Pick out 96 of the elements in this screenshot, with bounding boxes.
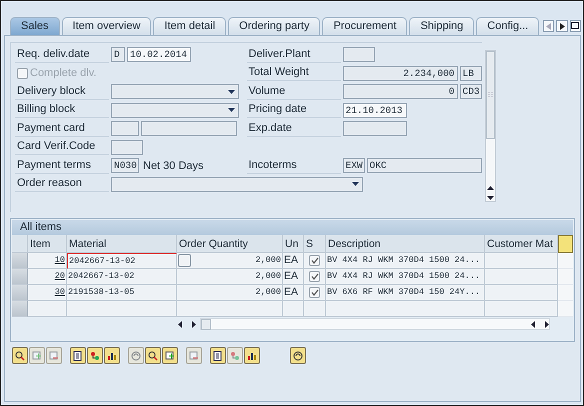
tab[interactable]: Sales: [10, 17, 60, 35]
column-header[interactable]: Material: [67, 235, 177, 253]
table-cell: 30: [28, 285, 67, 301]
document-icon[interactable]: [210, 347, 226, 364]
column-header[interactable]: Customer Mat: [485, 235, 558, 253]
row-selector[interactable]: [12, 253, 28, 269]
grip-icon: [488, 92, 493, 98]
field-label: Total Weight: [246, 65, 340, 82]
column-header[interactable]: Item: [28, 235, 67, 253]
table-cell[interactable]: 2191538-13-05: [67, 285, 177, 301]
layout-settings-icon[interactable]: [558, 235, 573, 253]
scroll-arrows-icon[interactable]: [178, 320, 196, 328]
row-selector[interactable]: [12, 285, 28, 301]
input-field[interactable]: D: [111, 47, 125, 62]
field-label: Order reason: [15, 176, 109, 192]
field-label: Volume: [246, 84, 340, 100]
input-field[interactable]: 0: [342, 84, 458, 100]
panel-title: All items: [12, 220, 573, 235]
input-field[interactable]: [342, 121, 406, 136]
caret-icon: [352, 182, 359, 186]
input-field[interactable]: [141, 121, 237, 136]
scroll-right-button[interactable]: [556, 20, 568, 32]
field-label: Delivery block: [15, 84, 109, 100]
column-header[interactable]: Un: [283, 235, 304, 253]
table-cell: 2,000: [177, 253, 283, 269]
document-icon[interactable]: [70, 347, 86, 364]
input-field[interactable]: N030: [111, 158, 139, 174]
input-field[interactable]: LB: [460, 66, 482, 81]
left-triangle-icon: [546, 22, 552, 30]
field-label: Req. deliv.date: [15, 46, 109, 63]
field-label: Payment card: [15, 120, 109, 137]
field-label: Card Verif.Code: [15, 139, 109, 156]
status-checkbox[interactable]: [309, 271, 320, 282]
copy-button[interactable]: [178, 254, 191, 267]
tab-list-button[interactable]: [570, 20, 581, 32]
horizontal-scrollbar[interactable]: [200, 318, 550, 330]
bar-chart-icon[interactable]: [104, 347, 120, 364]
dropdown-field[interactable]: [111, 84, 239, 100]
column-header[interactable]: S: [304, 235, 326, 253]
column-header[interactable]: Order Quantity: [177, 235, 283, 253]
input-field[interactable]: OKC: [366, 158, 482, 174]
bar-chart-icon[interactable]: [244, 347, 260, 364]
scroll-arrows-icon[interactable]: [487, 185, 494, 201]
table-cell: 2,000: [177, 285, 283, 301]
table-cell: 20: [28, 269, 67, 285]
right-triangle-icon: [560, 22, 565, 30]
input-field[interactable]: [111, 121, 139, 136]
row-selector[interactable]: [12, 269, 28, 285]
scroll-arrows-icon[interactable]: [531, 320, 549, 328]
field-label: Pricing date: [246, 102, 340, 118]
caret-icon: [228, 108, 235, 112]
input-field[interactable]: [111, 140, 143, 155]
table-cell: 10: [28, 253, 67, 269]
tab[interactable]: Procurement: [322, 17, 408, 35]
magnifier-icon[interactable]: [145, 347, 161, 364]
vertical-scrollbar[interactable]: [485, 50, 496, 202]
column-header[interactable]: Description: [326, 235, 485, 253]
input-field[interactable]: [342, 47, 374, 62]
network-icon[interactable]: [87, 347, 103, 364]
input-field[interactable]: EXW: [342, 158, 364, 174]
dropdown-field[interactable]: [111, 102, 239, 118]
field-label: Deliver.Plant: [246, 46, 340, 63]
caret-icon: [228, 90, 235, 94]
field-label: Incoterms: [246, 158, 340, 174]
table-cell: BV 6X6 RF WKM 370D4 150 24Y...: [326, 285, 485, 301]
add-row-icon[interactable]: [162, 347, 178, 364]
table-cell: EA: [283, 253, 304, 269]
table-cell: BV 4X4 RJ WKM 370D4 1500 24...: [326, 269, 485, 285]
table-cell: BV 4X4 RJ WKM 370D4 1500 24...: [326, 253, 485, 269]
table-cell: 2,000: [177, 269, 283, 285]
table-cell: EA: [283, 285, 304, 301]
tab[interactable]: Item detail: [153, 17, 226, 35]
tab[interactable]: Config...: [476, 17, 540, 35]
table-cell: EA: [283, 269, 304, 285]
field-label: Payment terms: [15, 158, 109, 174]
scrollbar-thumb[interactable]: [486, 51, 495, 139]
tab[interactable]: Shipping: [409, 17, 474, 35]
input-field[interactable]: CD3: [460, 84, 482, 100]
input-field[interactable]: 10.02.2014: [127, 47, 191, 62]
table-cell: [283, 301, 304, 317]
field-text: Net 30 Days: [142, 160, 204, 172]
dropdown-field[interactable]: [111, 176, 363, 192]
scrollbar-thumb[interactable]: [201, 318, 211, 330]
field-label: Exp.date: [246, 120, 340, 137]
tab[interactable]: Item overview: [62, 17, 152, 35]
magnifier-icon[interactable]: [12, 347, 28, 364]
table-cell[interactable]: 2042667-13-02: [67, 269, 177, 285]
field-label: Billing block: [15, 102, 109, 118]
tab[interactable]: Ordering party: [228, 17, 320, 35]
row-selector[interactable]: [12, 301, 28, 317]
input-field[interactable]: 21.10.2013: [342, 102, 406, 118]
table-cell[interactable]: 2042667-13-02: [67, 253, 177, 269]
status-checkbox[interactable]: [309, 287, 320, 298]
table-cell: [28, 301, 67, 317]
status-checkbox[interactable]: [309, 255, 320, 266]
input-field[interactable]: 2.234,000: [342, 66, 458, 81]
